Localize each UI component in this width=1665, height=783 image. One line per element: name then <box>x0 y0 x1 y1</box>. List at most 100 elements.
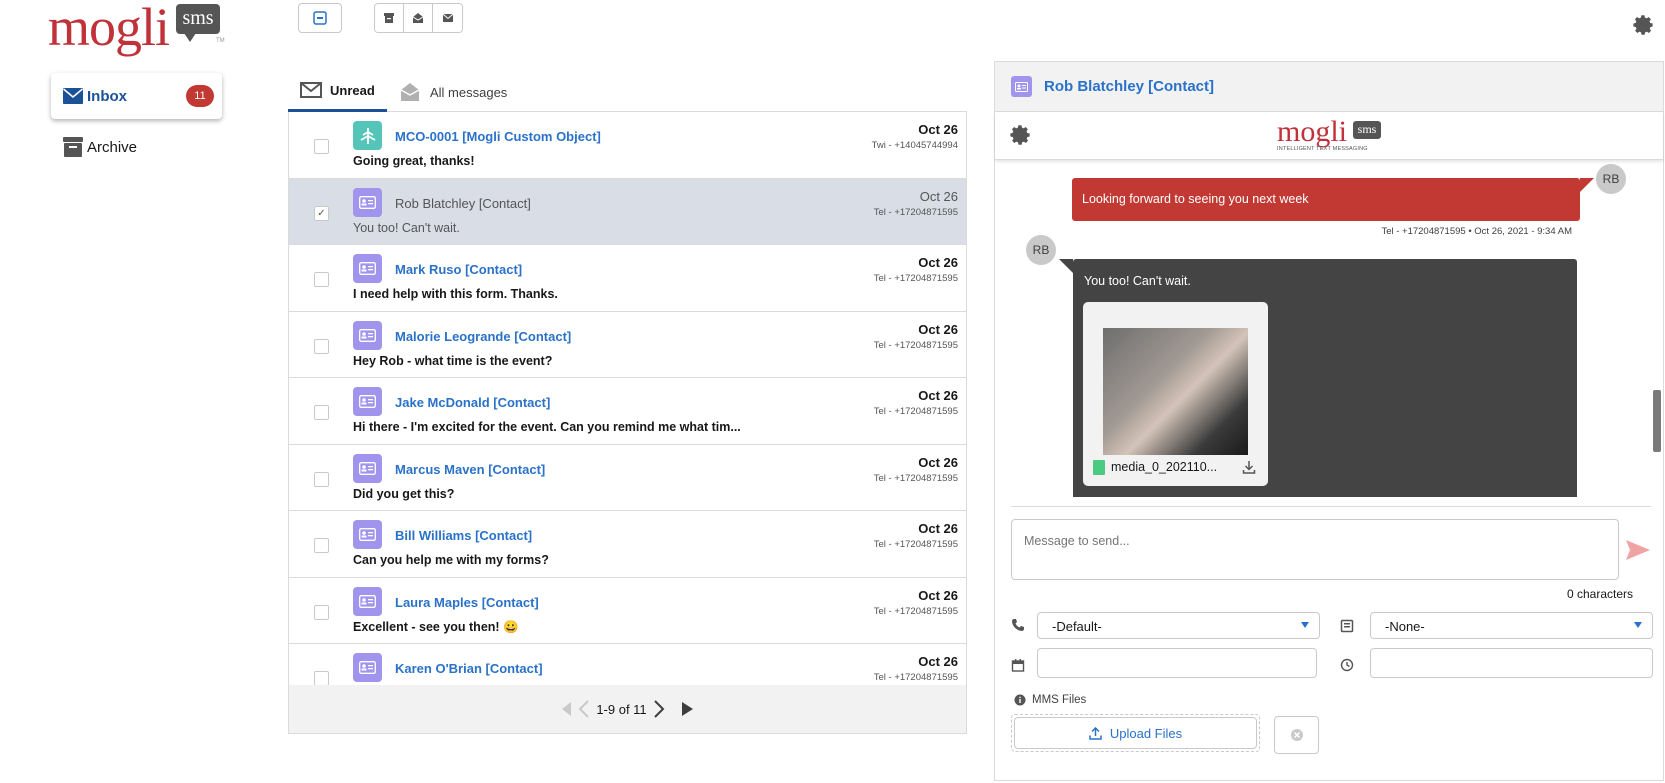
message-input[interactable] <box>1011 519 1619 580</box>
row-message-preview: Did you get this? <box>353 486 455 501</box>
archive-icon <box>384 13 394 23</box>
last-page-icon[interactable] <box>681 701 695 717</box>
row-phone: Twi - +14045744994 <box>871 140 958 151</box>
row-contact-name[interactable]: Malorie Leogrande [Contact] <box>395 329 571 344</box>
calendar-icon <box>1011 659 1025 672</box>
mms-files-label: MMS Files <box>1014 694 1086 706</box>
row-contact-name[interactable]: Jake McDonald [Contact] <box>395 395 550 410</box>
row-checkbox[interactable] <box>314 671 329 686</box>
row-checkbox[interactable] <box>314 405 329 420</box>
row-message-preview: Going great, thanks! <box>353 154 475 168</box>
schedule-time-input[interactable] <box>1370 648 1653 678</box>
upload-files-button[interactable]: Upload Files <box>1014 717 1257 749</box>
message-row[interactable]: Malorie Leogrande [Contact] Hey Rob - wha… <box>289 311 966 378</box>
close-icon <box>1290 729 1303 741</box>
message-row[interactable]: Marcus Maven [Contact] Did you get this? O… <box>289 444 966 511</box>
template-icon <box>1340 619 1354 633</box>
logo-bubble: sms <box>1353 121 1381 139</box>
minus-icon <box>313 11 327 25</box>
row-contact-name[interactable]: Laura Maples [Contact] <box>395 595 539 610</box>
tab-label: Unread <box>330 82 375 98</box>
file-icon <box>1093 460 1105 475</box>
settings-gear-icon[interactable] <box>1632 14 1654 36</box>
row-contact-name[interactable]: Mark Ruso [Contact] <box>395 262 522 277</box>
row-phone: Tel - +17204871595 <box>873 472 958 484</box>
next-page-icon[interactable] <box>653 700 665 718</box>
unread-count-badge: 11 <box>186 85 214 107</box>
envelope-icon <box>442 13 453 22</box>
info-icon <box>1014 694 1026 706</box>
message-row[interactable]: Laura Maples [Contact] Excellent - see yo… <box>289 577 966 644</box>
logo-word: mogli <box>1277 115 1348 148</box>
select-value: -None- <box>1385 619 1425 634</box>
clear-files-button[interactable] <box>1274 716 1319 754</box>
prev-page-icon[interactable] <box>578 700 590 718</box>
mark-unread-button[interactable] <box>433 4 462 32</box>
message-list: MCO-0001 [Mogli Custom Object] Going grea… <box>288 112 967 734</box>
contact-card-icon <box>1011 76 1032 97</box>
avatar: RB <box>1026 235 1056 265</box>
select-value: -Default- <box>1052 619 1102 634</box>
tab-all-messages[interactable]: All messages <box>400 82 507 102</box>
message-row[interactable]: MCO-0001 [Mogli Custom Object] Going grea… <box>289 112 966 179</box>
upload-dropzone[interactable]: Upload Files <box>1011 714 1260 752</box>
sidebar-item-label: Inbox <box>87 87 127 105</box>
select-all-checkbox[interactable] <box>298 3 342 33</box>
schedule-date-input[interactable] <box>1037 648 1317 678</box>
archive-button[interactable] <box>375 4 404 32</box>
row-date: Oct 26 <box>918 255 958 270</box>
pagination-label: 1-9 of 11 <box>596 701 647 717</box>
archive-box-icon <box>63 137 83 157</box>
template-select[interactable]: -None- <box>1370 612 1653 639</box>
row-date: Oct 26 <box>918 587 958 603</box>
media-attachment-card[interactable]: media_0_202110... <box>1083 302 1268 486</box>
row-contact-name[interactable]: MCO-0001 [Mogli Custom Object] <box>395 129 601 144</box>
mark-read-button[interactable] <box>404 4 433 32</box>
row-contact-name[interactable]: Karen O'Brian [Contact] <box>395 661 543 676</box>
row-contact-name[interactable]: Marcus Maven [Contact] <box>395 462 545 477</box>
message-row[interactable]: ✓ Rob Blatchley [Contact] You too! Can't w… <box>289 178 966 245</box>
row-checkbox[interactable] <box>314 471 329 487</box>
row-checkbox[interactable] <box>314 338 329 354</box>
send-icon[interactable] <box>1625 539 1651 561</box>
row-contact-name[interactable]: Bill Williams [Contact] <box>395 528 532 543</box>
clock-icon <box>1340 658 1354 672</box>
row-phone: Tel - +17204871595 <box>873 339 958 351</box>
tab-unread[interactable]: Unread <box>300 82 375 98</box>
message-row[interactable]: Bill Williams [Contact] Can you help me w… <box>289 511 966 578</box>
row-checkbox[interactable] <box>314 604 329 620</box>
row-date: Oct 26 <box>918 454 958 470</box>
conversation-settings-gear-icon[interactable] <box>1009 124 1031 146</box>
row-checkbox[interactable] <box>314 272 329 287</box>
row-date: Oct 26 <box>918 521 958 536</box>
message-text: Looking forward to seeing you next week <box>1082 192 1309 206</box>
compose-divider <box>1011 506 1651 507</box>
phone-number-select[interactable]: -Default- <box>1037 612 1320 639</box>
media-thumbnail[interactable] <box>1103 328 1248 455</box>
sidebar-item-label: Archive <box>87 138 138 156</box>
row-phone: Tel - +17204871595 <box>873 539 958 550</box>
chat-scrollbar[interactable] <box>1653 390 1661 452</box>
sidebar-item-archive[interactable]: Archive <box>63 137 137 157</box>
envelope-icon <box>300 82 322 98</box>
first-page-icon[interactable] <box>560 701 572 717</box>
media-filename: media_0_202110... <box>1111 460 1218 474</box>
row-date: Oct 26 <box>918 388 958 403</box>
envelope-open-icon <box>400 83 420 101</box>
sidebar-item-inbox[interactable]: Inbox 11 <box>51 73 222 119</box>
download-icon[interactable] <box>1242 460 1256 474</box>
contact-card-icon <box>353 453 382 483</box>
row-phone: Tel - +17204871595 <box>873 605 958 617</box>
envelope-open-icon <box>412 13 424 23</box>
logo-tagline: INTELLIGENT TEXT MESSAGING <box>1277 146 1368 152</box>
tab-label: All messages <box>430 84 508 100</box>
row-checkbox[interactable]: ✓ <box>314 205 329 221</box>
row-checkbox[interactable] <box>314 538 329 553</box>
conversation-title[interactable]: Rob Blatchley [Contact] <box>1044 78 1214 95</box>
chevron-down-icon <box>1634 622 1642 628</box>
row-contact-name[interactable]: Rob Blatchley [Contact] <box>395 196 531 211</box>
message-row[interactable]: Jake McDonald [Contact] Hi there - I'm ex… <box>289 378 966 445</box>
row-checkbox[interactable] <box>314 139 329 154</box>
chat-thread[interactable]: RB Looking forward to seeing you next we… <box>995 162 1663 497</box>
message-row[interactable]: Mark Ruso [Contact] I need help with this… <box>289 245 966 312</box>
